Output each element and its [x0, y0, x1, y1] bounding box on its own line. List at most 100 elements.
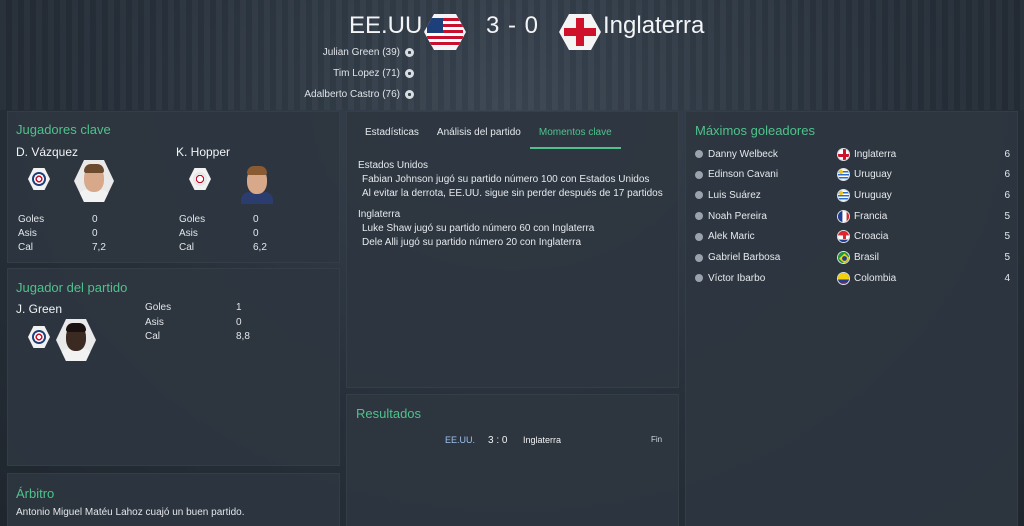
info-icon[interactable] — [695, 170, 703, 179]
england-flag-icon — [558, 12, 602, 52]
assists-label: Asis — [18, 228, 37, 239]
panel-title: Resultados — [356, 406, 422, 421]
scorer-name[interactable]: Alek Maric — [708, 231, 755, 242]
referee-comment: Antonio Miguel Matéu Lahoz cuajó un buen… — [16, 507, 245, 518]
france-flag-icon — [837, 209, 850, 223]
top-scorer-row[interactable]: Noah Pereira Francia 5 — [686, 206, 1019, 226]
tab-match-analysis[interactable]: Análisis del partido — [428, 127, 530, 149]
player-portrait[interactable] — [237, 162, 277, 204]
player-portrait[interactable] — [74, 160, 114, 202]
tab-key-moments[interactable]: Momentos clave — [529, 127, 621, 149]
rating-label: Cal — [179, 242, 195, 253]
panel-title: Jugadores clave — [16, 122, 111, 137]
scorer-goals: 6 — [1004, 189, 1010, 201]
moment-item: Al evitar la derrota, EE.UU. sigue sin p… — [362, 188, 663, 199]
scorer-goals: 5 — [1004, 252, 1010, 263]
info-icon[interactable] — [695, 212, 703, 221]
home-team-name[interactable]: EE.UU. — [349, 12, 429, 40]
player-of-match-panel: Jugador del partido J. Green Goles 1 Asi… — [7, 268, 340, 466]
match-details-panel: Estadísticas Análisis del partido Moment… — [346, 111, 679, 388]
info-icon[interactable] — [695, 253, 703, 262]
usa-crest-icon — [28, 168, 50, 190]
scorer-goals: 5 — [1004, 231, 1010, 243]
top-scorer-row[interactable]: Danny Welbeck Inglaterra 6 — [686, 144, 1019, 164]
top-scorer-row[interactable]: Gabriel Barbosa Brasil 5 — [686, 248, 1019, 268]
scorer-country[interactable]: Brasil — [854, 252, 879, 263]
usa-crest-icon — [28, 326, 50, 348]
goals-value: 0 — [253, 214, 259, 225]
panel-title: Jugador del partido — [16, 280, 128, 295]
info-icon[interactable] — [695, 274, 703, 283]
rating-label: Cal — [18, 242, 34, 253]
top-scorer-row[interactable]: Edinson Cavani Uruguay 6 — [686, 165, 1019, 185]
player-of-match-name[interactable]: J. Green — [16, 302, 62, 316]
scorer-country[interactable]: Uruguay — [854, 190, 892, 201]
goals-value: 1 — [236, 302, 242, 313]
goals-value: 0 — [92, 214, 98, 225]
assists-value: 0 — [92, 228, 98, 239]
croatia-flag-icon — [837, 230, 850, 244]
assists-label: Asis — [179, 228, 198, 239]
tab-statistics[interactable]: Estadísticas — [356, 127, 428, 149]
scorer-name[interactable]: Gabriel Barbosa — [708, 252, 780, 263]
moment-item: Fabian Johnson jugó su partido número 10… — [362, 174, 650, 185]
key-players-panel: Jugadores clave D. Vázquez Goles 0 Asis … — [7, 111, 340, 263]
scorer-name[interactable]: Víctor Ibarbo — [708, 273, 765, 284]
result-home-team[interactable]: EE.UU. — [445, 435, 475, 445]
goal-scorer[interactable]: Tim Lopez (71) — [304, 63, 414, 84]
scorer-country[interactable]: Uruguay — [854, 169, 892, 180]
assists-label: Asis — [145, 317, 164, 328]
usa-flag-icon — [423, 12, 467, 52]
away-team-name[interactable]: Inglaterra — [603, 12, 704, 40]
results-panel: Resultados EE.UU. 3 : 0 Inglaterra Fin — [346, 394, 679, 526]
brazil-flag-icon — [837, 251, 850, 264]
goals-label: Goles — [18, 214, 45, 225]
top-scorer-row[interactable]: Alek Maric Croacia 5 — [686, 227, 1019, 247]
england-flag-icon — [837, 147, 850, 161]
scorer-name[interactable]: Edinson Cavani — [708, 169, 778, 180]
info-icon[interactable] — [695, 191, 703, 200]
player-portrait[interactable] — [56, 319, 96, 361]
goal-scorers-list: Julian Green (39) Tim Lopez (71) Adalber… — [304, 42, 414, 105]
scorer-country[interactable]: Francia — [854, 211, 887, 222]
goal-scorer[interactable]: Adalberto Castro (76) — [304, 84, 414, 105]
ball-icon — [405, 48, 414, 57]
result-score: 3 : 0 — [488, 435, 508, 446]
match-header: EE.UU. 3 - 0 Inglaterra Julian Green (39… — [0, 0, 1024, 110]
assists-value: 0 — [236, 317, 242, 328]
goals-label: Goles — [179, 214, 206, 225]
scorer-name[interactable]: Luis Suárez — [708, 190, 761, 201]
details-tabs: Estadísticas Análisis del partido Moment… — [356, 127, 621, 149]
away-moments: Inglaterra Luke Shaw jugó su partido núm… — [358, 209, 594, 251]
ball-icon — [405, 90, 414, 99]
top-scorer-row[interactable]: Luis Suárez Uruguay 6 — [686, 185, 1019, 205]
scorer-goals: 5 — [1004, 210, 1010, 222]
result-away-team[interactable]: Inglaterra — [523, 435, 561, 445]
rating-label: Cal — [145, 331, 161, 342]
result-status: Fin — [651, 435, 663, 444]
rating-value: 7,2 — [92, 242, 106, 253]
scorer-country[interactable]: Colombia — [854, 273, 896, 284]
goal-scorer[interactable]: Julian Green (39) — [304, 42, 414, 63]
scorer-goals: 4 — [1004, 272, 1010, 284]
home-key-player-name[interactable]: D. Vázquez — [16, 145, 78, 159]
colombia-flag-icon — [837, 271, 850, 285]
assists-value: 0 — [253, 228, 259, 239]
top-scorer-row[interactable]: Víctor Ibarbo Colombia 4 — [686, 268, 1019, 288]
moment-item: Luke Shaw jugó su partido número 60 con … — [362, 223, 595, 234]
ball-icon — [405, 69, 414, 78]
info-icon[interactable] — [695, 150, 703, 158]
scorer-name[interactable]: Danny Welbeck — [708, 149, 778, 160]
info-icon[interactable] — [695, 232, 703, 241]
scorer-country[interactable]: Croacia — [854, 231, 888, 242]
uruguay-flag-icon — [837, 168, 850, 182]
moment-team-label: Estados Unidos — [358, 160, 429, 171]
england-crest-icon — [189, 168, 211, 190]
scorer-name[interactable]: Noah Pereira — [708, 211, 767, 222]
panel-title: Árbitro — [16, 486, 55, 501]
away-key-player-name[interactable]: K. Hopper — [176, 145, 230, 159]
scorer-goals: 6 — [1004, 148, 1010, 160]
rating-value: 8,8 — [236, 331, 250, 342]
scorer-country[interactable]: Inglaterra — [854, 149, 896, 160]
uruguay-flag-icon — [837, 188, 850, 202]
